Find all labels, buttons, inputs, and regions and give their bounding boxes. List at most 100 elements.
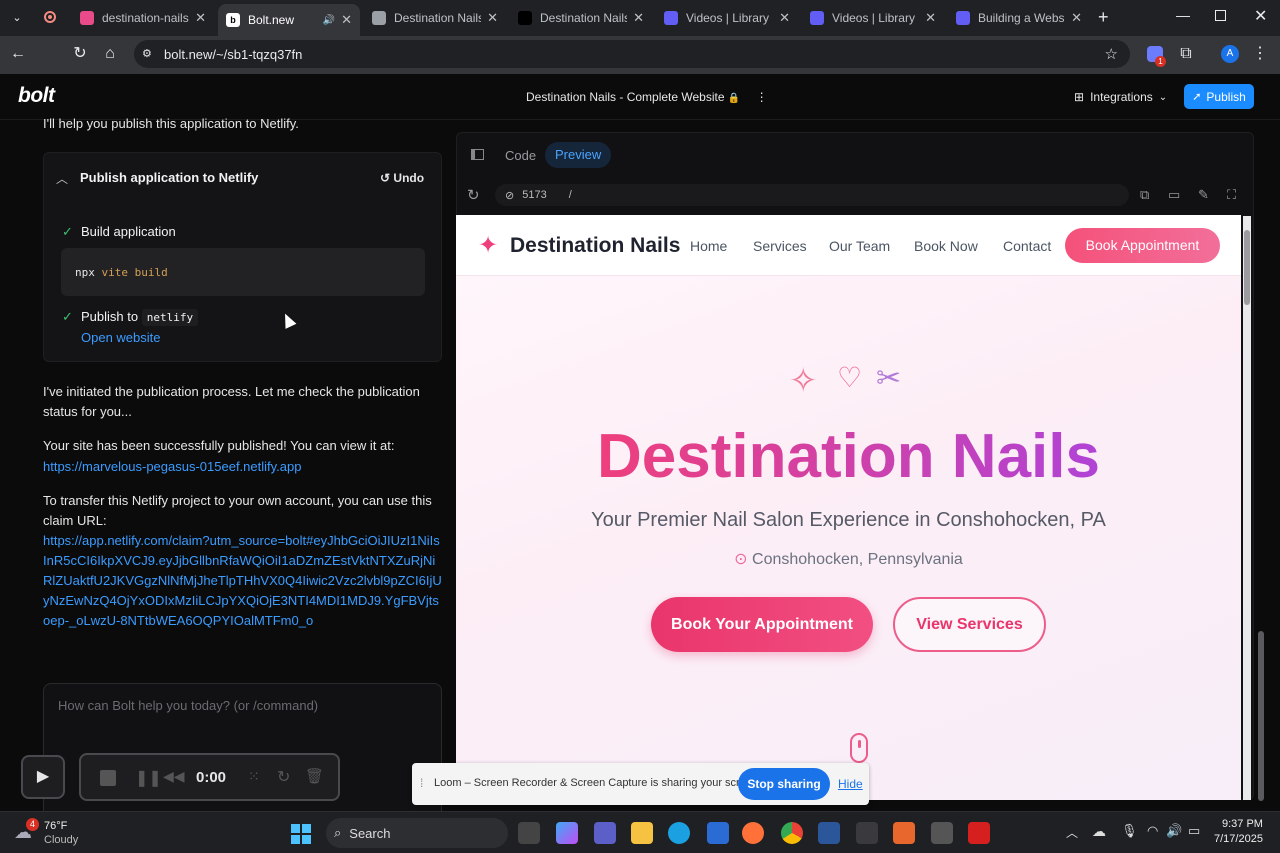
address-bar[interactable]: ⚙ bolt.new/~/sb1-tqzq37fn ☆ <box>134 40 1130 68</box>
file-explorer-icon[interactable] <box>631 822 653 844</box>
profile-avatar[interactable]: A <box>1221 45 1239 63</box>
tab-code[interactable]: Code <box>505 148 536 163</box>
taskbar-search[interactable]: ⌕ Search <box>326 818 508 848</box>
tab-search-icon[interactable]: ⌄ <box>8 9 26 27</box>
book-appointment-button[interactable]: Book Appointment <box>1065 228 1220 263</box>
browser-tab[interactable]: Destination Nails - ✕ <box>364 4 506 32</box>
close-tab-icon[interactable]: ✕ <box>195 10 206 26</box>
browser-tab[interactable]: Destination Nails W ✕ <box>510 4 652 32</box>
preview-scrollbar[interactable] <box>1243 216 1251 800</box>
device-preview-icon[interactable]: ▭ <box>1168 187 1180 203</box>
chat-message-3: To transfer this Netlify project to your… <box>43 493 432 528</box>
extensions-puzzle-icon[interactable]: ⧉ <box>1176 46 1196 62</box>
site-info-icon[interactable]: ⚙ <box>142 47 152 60</box>
book-your-appointment-button[interactable]: Book Your Appointment <box>651 597 873 652</box>
close-tab-icon[interactable]: ✕ <box>341 12 352 28</box>
tab-audio-icon[interactable]: 🔊 <box>323 15 335 26</box>
new-tab-button[interactable]: + <box>1098 7 1109 28</box>
close-window-button[interactable]: ✕ <box>1254 6 1267 26</box>
teams-icon[interactable] <box>594 822 616 844</box>
open-new-window-icon[interactable]: ⧉ <box>1140 187 1149 203</box>
camera-toggle-button[interactable]: ▶ <box>21 755 65 799</box>
drag-handle-icon[interactable]: ⁞ <box>420 776 423 790</box>
acrobat-icon[interactable] <box>968 822 990 844</box>
site-brand[interactable]: Destination Nails <box>510 234 680 258</box>
onedrive-icon[interactable]: ☁ <box>1092 823 1106 840</box>
tray-overflow-icon[interactable]: ︿ <box>1066 824 1078 841</box>
open-website-link[interactable]: Open website <box>81 330 161 345</box>
rewind-icon[interactable]: ◀◀ <box>163 768 185 785</box>
nav-contact[interactable]: Contact <box>1003 238 1051 254</box>
search-icon: ⌕ <box>334 825 342 840</box>
sidebar-toggle-icon[interactable] <box>471 149 484 160</box>
maximize-button[interactable] <box>1215 10 1226 21</box>
stop-sharing-button[interactable]: Stop sharing <box>738 768 830 800</box>
start-button[interactable] <box>291 824 311 844</box>
browser-tab[interactable]: destination-nails-a ✕ <box>72 4 214 32</box>
battery-icon[interactable]: ▭ <box>1188 823 1200 839</box>
preview-address-bar[interactable]: ⊘ 5173 / <box>495 184 1129 206</box>
nav-services[interactable]: Services <box>753 238 807 254</box>
chrome-icon[interactable] <box>781 822 803 844</box>
publish-button[interactable]: ➚ Publish <box>1184 84 1254 109</box>
site-url-link[interactable]: https://marvelous-pegasus-015eef.netlify… <box>43 457 443 477</box>
wifi-icon[interactable]: ◠ <box>1147 823 1158 839</box>
hero-title-text: Destination Nails <box>597 422 1100 491</box>
firefox-icon[interactable] <box>742 822 764 844</box>
close-tab-icon[interactable]: ✕ <box>633 10 644 26</box>
view-services-button[interactable]: View Services <box>893 597 1046 652</box>
delete-icon[interactable]: 🗑 <box>305 767 324 785</box>
nav-book-now[interactable]: Book Now <box>914 238 978 254</box>
minimize-button[interactable]: — <box>1176 7 1190 23</box>
collapse-chevron-icon[interactable]: ︿ <box>56 170 68 187</box>
calculator-icon[interactable] <box>931 822 953 844</box>
close-tab-icon[interactable]: ✕ <box>1071 10 1082 26</box>
weather-widget[interactable]: ☁ 4 76°F Cloudy <box>14 818 84 848</box>
pause-icon[interactable]: ❚❚ <box>135 768 162 788</box>
browser-tab[interactable]: Videos | Library | L ✕ <box>656 4 798 32</box>
integrations-label: Integrations <box>1090 90 1153 104</box>
integrations-button[interactable]: ⊞ Integrations ⌄ <box>1066 85 1176 109</box>
browser-tab[interactable]: Building a Website ✕ <box>948 4 1090 32</box>
project-menu-icon[interactable]: ⋮ <box>756 90 768 104</box>
browser-tab[interactable]: b Bolt.new 🔊 ✕ <box>218 4 360 36</box>
back-icon[interactable]: ← <box>8 46 28 62</box>
browser-tab[interactable]: Videos | Library | L ✕ <box>802 4 944 32</box>
clock-time[interactable]: 9:37 PM <box>1222 818 1263 830</box>
claim-url-link[interactable]: https://app.netlify.com/claim?utm_source… <box>43 531 443 631</box>
word-icon[interactable] <box>818 822 840 844</box>
inspector-icon[interactable]: ✎ <box>1198 187 1209 203</box>
project-title[interactable]: Destination Nails - Complete Website 🔒 ⋮ <box>526 90 768 104</box>
microphone-icon[interactable]: 🎙 <box>1121 823 1138 839</box>
close-tab-icon[interactable]: ✕ <box>925 10 936 26</box>
clock-date[interactable]: 7/17/2025 <box>1214 833 1263 845</box>
office-icon[interactable] <box>893 822 915 844</box>
cmd-args: vite build <box>101 265 168 279</box>
volume-icon[interactable]: 🔊 <box>1166 823 1182 839</box>
hide-button[interactable]: Hide <box>838 777 863 791</box>
nav-home[interactable]: Home <box>690 238 727 254</box>
edge-icon[interactable] <box>668 822 690 844</box>
page-scrollbar[interactable] <box>1256 121 1266 811</box>
store-icon[interactable] <box>707 822 729 844</box>
reload-icon[interactable]: ↻ <box>70 46 90 62</box>
close-tab-icon[interactable]: ✕ <box>779 10 790 26</box>
preview-reload-icon[interactable]: ↻ <box>467 186 480 204</box>
close-tab-icon[interactable]: ✕ <box>487 10 498 26</box>
bolt-logo[interactable]: bolt <box>18 84 55 108</box>
grid-icon[interactable]: ⁙ <box>248 768 260 785</box>
home-icon[interactable]: ⌂ <box>100 46 120 62</box>
task-view-icon[interactable] <box>518 822 540 844</box>
bookmark-star-icon[interactable]: ☆ <box>1105 45 1118 63</box>
stop-recording-icon[interactable] <box>100 770 116 786</box>
undo-button[interactable]: ↺ Undo <box>380 171 424 185</box>
tab-preview[interactable]: Preview <box>545 142 612 168</box>
chat-message-top: I'll help you publish this application t… <box>43 116 299 131</box>
check-icon: ✓ <box>62 309 73 324</box>
snipping-tool-icon[interactable] <box>856 822 878 844</box>
restart-icon[interactable]: ↻ <box>277 767 290 787</box>
copilot-icon[interactable] <box>556 822 578 844</box>
fullscreen-icon[interactable]: ⛶ <box>1227 187 1236 203</box>
browser-menu-icon[interactable]: ⋮ <box>1250 46 1270 62</box>
nav-our-team[interactable]: Our Team <box>829 238 890 254</box>
